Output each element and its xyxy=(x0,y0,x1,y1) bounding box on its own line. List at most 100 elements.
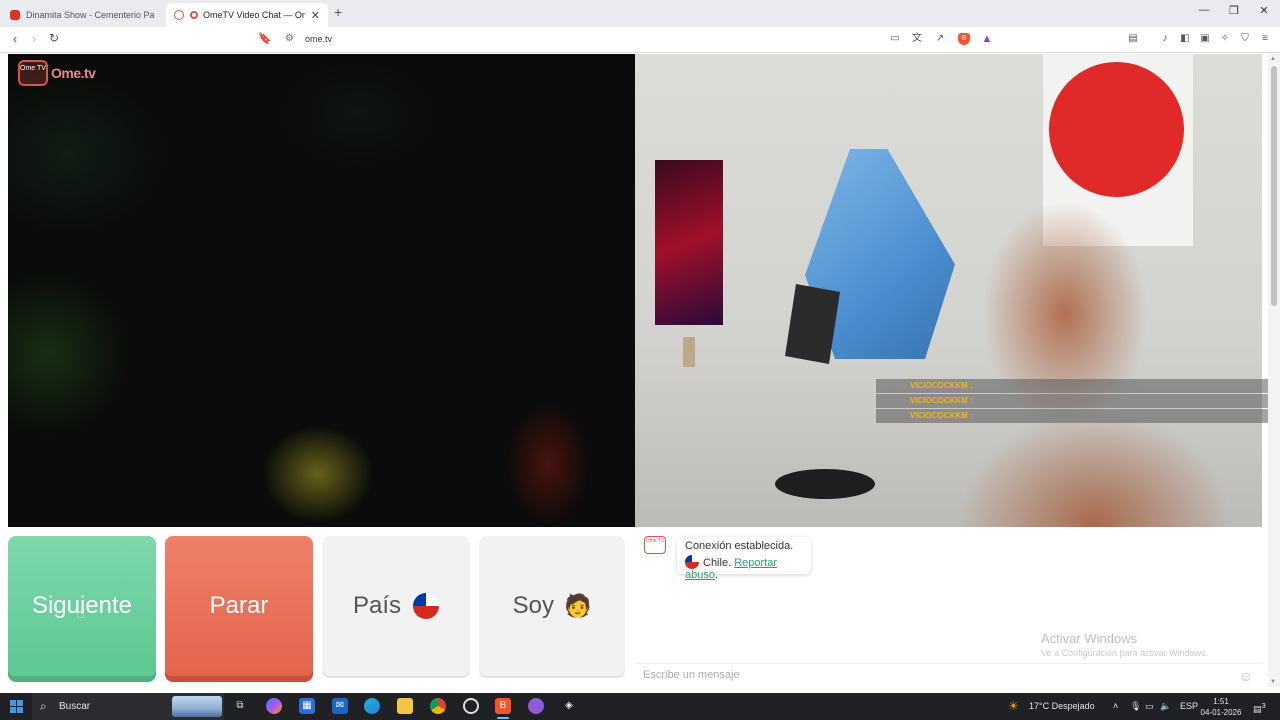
weather-icon: ☀ xyxy=(1008,699,1019,713)
cast-icon[interactable]: ▭ xyxy=(889,33,901,45)
system-message: Conexión establecida. Chile. Reportar ab… xyxy=(677,537,811,581)
self-video xyxy=(635,54,1262,527)
vpn-icon[interactable]: ⛉ xyxy=(1239,33,1251,45)
mouse-cursor-icon: ☝ xyxy=(76,605,85,621)
minimize-icon[interactable]: — xyxy=(1188,4,1220,16)
chat-input-bar: ☺ xyxy=(636,663,1263,687)
connection-status: Conexión establecida. xyxy=(685,540,794,552)
country-button[interactable]: País xyxy=(322,536,470,676)
ometv-logo: Ome TV Ome.tv xyxy=(18,60,96,86)
leo-ai-icon[interactable]: ✧ xyxy=(1219,33,1231,45)
close-window-icon[interactable]: ✕ xyxy=(1248,4,1280,17)
clock-time: 1:51 xyxy=(1213,697,1229,706)
chrome-icon[interactable] xyxy=(430,698,446,714)
share-icon[interactable]: ↗ xyxy=(934,33,946,45)
scrollbar-thumb[interactable] xyxy=(1271,66,1277,306)
wallet-icon[interactable]: ▣ xyxy=(1199,33,1211,45)
obs-icon[interactable] xyxy=(463,698,479,714)
wall-poster xyxy=(655,160,723,325)
copilot-icon[interactable] xyxy=(266,698,282,714)
emoji-icon[interactable]: ☺ xyxy=(1239,668,1253,684)
sidebar-icon[interactable]: ◧ xyxy=(1179,33,1191,45)
ometv-logo-text: Ome.tv xyxy=(51,65,96,81)
store-icon[interactable]: ▦ xyxy=(299,698,315,714)
microphone-icon[interactable]: 🎙 xyxy=(1130,701,1141,712)
weather-text[interactable]: 17°C Despejado xyxy=(1029,701,1095,711)
forward-icon[interactable]: › xyxy=(26,31,42,46)
address-bar[interactable]: ome.tv xyxy=(305,34,332,44)
search-highlight-image xyxy=(172,696,222,717)
report-suffix: . xyxy=(714,569,719,581)
new-tab-button[interactable]: + xyxy=(334,4,342,20)
browser-tab-bar: Dinamita Show - Cementerio Pal Pha OmeTV… xyxy=(0,0,1280,27)
stream-chat-overlay-row: VICIOCOCKKM : xyxy=(876,379,1280,393)
chat-panel: Ome TV Conexión establecida. Chile. Repo… xyxy=(636,527,1263,687)
translate-icon[interactable]: 文 xyxy=(911,33,923,45)
brave-shields-icon[interactable]: B xyxy=(958,33,970,45)
windows-taskbar: ⌕ Buscar ⧉ ▦ ✉ B ◈ ☀ 17°C Despejado ˄ 🎙 … xyxy=(0,693,1280,720)
active-app-indicator xyxy=(497,717,509,719)
drum-stand xyxy=(775,469,875,499)
reader-mode-icon[interactable]: ▤ xyxy=(1127,33,1139,45)
reload-icon[interactable]: ↻ xyxy=(46,31,62,45)
restore-icon[interactable]: ❐ xyxy=(1218,4,1250,17)
bookmark-icon[interactable]: 🔖 xyxy=(258,32,272,45)
stream-chat-overlay-row: VICIOCOCKKM : xyxy=(876,409,1280,423)
recorder-icon[interactable] xyxy=(528,698,544,714)
task-view-icon[interactable]: ⧉ xyxy=(232,698,248,714)
network-icon[interactable]: ▭ xyxy=(1145,701,1154,712)
taskbar-clock[interactable]: 1:51 04-01-2026 xyxy=(1200,696,1242,718)
page-scrollbar[interactable]: ▲ ▼ xyxy=(1268,54,1280,687)
notifications-icon[interactable]: ▤3 xyxy=(1253,701,1266,715)
light-switch xyxy=(683,337,695,367)
mail-icon[interactable]: ✉ xyxy=(332,698,348,714)
chile-flag-icon xyxy=(685,555,699,569)
windows-activation-subtitle: Ve a Configuración para activar Windows. xyxy=(1041,648,1209,658)
file-explorer-icon[interactable] xyxy=(397,698,413,714)
stop-button-label: Parar xyxy=(209,592,269,619)
gender-button[interactable]: Soy 🧑 xyxy=(479,536,625,676)
country-button-label: País xyxy=(352,592,402,619)
search-label: Buscar xyxy=(59,701,91,712)
notification-count: 3 xyxy=(1261,701,1266,710)
country-name: Chile. xyxy=(703,557,732,569)
message-input[interactable] xyxy=(636,664,1216,686)
back-icon[interactable]: ‹ xyxy=(7,31,23,46)
search-icon: ⌕ xyxy=(40,699,47,713)
black-bag xyxy=(785,284,840,364)
ometv-chat-logo: Ome TV xyxy=(644,536,666,554)
tab-title: OmeTV Video Chat — Omeg xyxy=(203,10,305,20)
browser-tab-ometv[interactable]: OmeTV Video Chat — Omeg ✕ xyxy=(166,3,328,27)
ometv-favicon-icon xyxy=(174,10,184,20)
streamer xyxy=(935,194,1262,527)
windows-start-icon[interactable] xyxy=(10,700,23,713)
country-line: Chile. Reportar abuso. xyxy=(685,555,803,581)
chile-flag-icon xyxy=(413,593,440,619)
volume-icon[interactable]: 🔈 xyxy=(1160,701,1171,712)
app-icon[interactable]: ◈ xyxy=(561,698,577,714)
brave-taskbar-icon[interactable]: B xyxy=(495,698,511,714)
browser-tab-youtube[interactable]: Dinamita Show - Cementerio Pal Pha xyxy=(2,3,162,27)
youtube-icon xyxy=(10,10,20,20)
media-icon[interactable]: ♪ xyxy=(1159,33,1171,45)
scroll-down-icon[interactable]: ▼ xyxy=(1270,679,1276,685)
browser-toolbar: ‹ › ↻ 🔖 ⚙ ome.tv ▭ 文 ↗ B ▲ ▤ ♪ ◧ ▣ ✧ ⛉ ≡ xyxy=(0,27,1280,53)
edge-icon[interactable] xyxy=(364,698,380,714)
tray-overflow-icon[interactable]: ˄ xyxy=(1113,701,1118,711)
menu-icon[interactable]: ≡ xyxy=(1259,33,1271,45)
gender-button-label: Soy xyxy=(512,592,554,619)
stranger-video xyxy=(8,54,635,527)
scroll-up-icon[interactable]: ▲ xyxy=(1270,56,1276,62)
stream-chat-overlay-row: VICIOCOCKKM : xyxy=(876,394,1280,408)
site-settings-icon[interactable]: ⚙ xyxy=(285,33,294,44)
windows-activation-title: Activar Windows xyxy=(1041,631,1138,646)
stop-button[interactable]: Parar xyxy=(165,536,313,676)
ometv-logo-badge: Ome TV xyxy=(18,60,48,86)
gender-emoji: 🧑 xyxy=(563,593,592,618)
clock-date: 04-01-2026 xyxy=(1200,708,1242,717)
taskbar-search[interactable]: ⌕ Buscar xyxy=(32,693,224,720)
close-tab-icon[interactable]: ✕ xyxy=(311,9,320,22)
brave-rewards-icon[interactable]: ▲ xyxy=(981,33,993,45)
language-indicator[interactable]: ESP xyxy=(1180,701,1198,711)
tab-title: Dinamita Show - Cementerio Pal Pha xyxy=(26,10,154,20)
